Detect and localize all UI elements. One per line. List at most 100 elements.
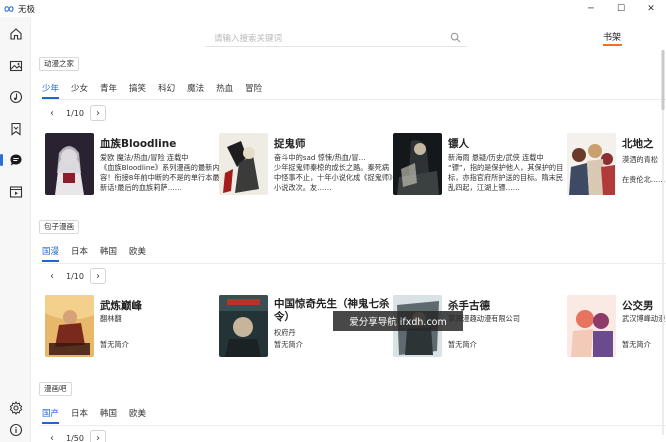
comic-description: 《血族Bloodline》系列漫画的最新内容！衔接8年前中断的不是的单行本最新话… — [100, 163, 220, 192]
image-icon — [9, 60, 22, 72]
page-indicator: 1/10 — [66, 108, 84, 118]
prev-page-button[interactable]: ‹ — [44, 105, 60, 121]
tab-category[interactable]: 冒险 — [245, 82, 262, 94]
sidebar-item-music[interactable] — [0, 84, 31, 110]
home-icon — [9, 28, 22, 40]
comic-description: 暂无简介 — [622, 340, 651, 349]
next-page-button[interactable]: › — [89, 430, 106, 442]
comic-cover[interactable] — [567, 295, 616, 357]
comic-card[interactable]: 武炼巅峰 翻林翻 暂无简介 — [45, 295, 220, 359]
comic-card[interactable]: 捉鬼师 奋斗中的sad 惊悚/热血/冒… 少年捉鬼师秦椋的成长之路。秦死病中怪事… — [219, 133, 394, 197]
search-input[interactable]: 请输入搜索关键词 — [214, 32, 450, 44]
tab-category[interactable]: 日本 — [71, 407, 88, 419]
next-page-button[interactable]: › — [89, 268, 106, 284]
music-icon — [9, 90, 22, 104]
maximize-icon: ☐ — [616, 3, 626, 14]
sidebar-item-comic[interactable] — [0, 147, 31, 173]
pager: ‹ 1/10 › — [44, 105, 106, 121]
comic-cover[interactable] — [219, 133, 268, 195]
main-content: 动漫之家 少年 少女 青年 搞笑 科幻 魔法 热血 冒险 ‹ 1/10 › 血族… — [31, 50, 666, 442]
app-logo-icon — [4, 5, 14, 12]
page-indicator: 1/50 — [66, 433, 84, 442]
tab-category[interactable]: 青年 — [100, 82, 117, 94]
comic-card[interactable]: 北地之 漠洒的青松 在贵伦北…… — [567, 133, 666, 197]
tab-category[interactable]: 少年 — [42, 82, 60, 99]
sidebar-item-bookmark[interactable] — [0, 116, 31, 142]
chevron-left-icon: ‹ — [50, 107, 54, 119]
tab-category[interactable]: 搞笑 — [129, 82, 146, 94]
category-tabs: 少年 少女 青年 搞笑 科幻 魔法 热血 冒险 — [42, 82, 262, 99]
source-label: 动漫之家 — [39, 57, 79, 71]
comic-title: 公交男 — [622, 300, 654, 312]
comic-author: 翻林翻 — [100, 314, 122, 323]
vertical-scrollbar[interactable] — [661, 50, 665, 435]
comic-description: 在贵伦北…… — [622, 175, 666, 184]
comic-description: 暂无简介 — [448, 340, 477, 349]
tab-divider — [39, 263, 666, 264]
source-label: 漫画吧 — [39, 382, 72, 396]
comic-meta: 漠洒的青松 — [622, 155, 658, 164]
category-tabs: 国漫 日本 韩国 欧美 — [42, 245, 146, 262]
prev-page-button[interactable]: ‹ — [44, 268, 60, 284]
tab-category[interactable]: 科幻 — [158, 82, 175, 94]
next-page-button[interactable]: › — [89, 105, 106, 121]
sidebar-item-home[interactable] — [0, 21, 31, 47]
comic-description: 暂无简介 — [100, 340, 129, 349]
comic-cover[interactable] — [393, 133, 442, 195]
sidebar — [0, 17, 31, 442]
sidebar-item-info[interactable] — [0, 417, 31, 442]
tab-category[interactable]: 欧美 — [129, 407, 146, 419]
comic-title: 镖人 — [448, 138, 469, 150]
chevron-right-icon: › — [95, 432, 100, 442]
comic-author: 武汉博峰动漫 — [622, 314, 666, 323]
source-label: 包子漫画 — [39, 220, 79, 234]
comic-description: 少年捉鬼师秦椋的成长之路。秦死病中怪事不止，十年小说化成《捉鬼师》小说改次。友…… — [274, 163, 393, 192]
chevron-left-icon: ‹ — [50, 270, 54, 282]
comic-cover[interactable] — [567, 133, 616, 195]
comic-cover[interactable] — [219, 295, 268, 357]
close-button[interactable]: ✕ — [636, 0, 666, 17]
comic-cover[interactable] — [45, 295, 94, 357]
comic-title: 武炼巅峰 — [100, 300, 142, 312]
tab-category[interactable]: 国产 — [42, 407, 60, 424]
comic-description: 暂无简介 — [274, 340, 303, 349]
search-box[interactable]: 请输入搜索关键词 — [205, 29, 467, 47]
bookmark-icon — [10, 122, 21, 136]
comic-card[interactable]: 公交男 武汉博峰动漫 暂无简介 — [567, 295, 666, 359]
bookshelf-tab[interactable]: 书架 — [603, 30, 621, 43]
source-section-manhuaba: 漫画吧 国产 日本 韩国 欧美 ‹ 1/50 › — [39, 382, 666, 442]
comic-cover[interactable] — [45, 133, 94, 195]
search-icon[interactable] — [450, 32, 461, 43]
prev-page-button[interactable]: ‹ — [44, 430, 60, 442]
comic-icon — [10, 154, 21, 166]
pager: ‹ 1/50 › — [44, 430, 106, 442]
minimize-button[interactable]: ─ — [576, 0, 606, 17]
watermark-banner: 爱分享导航 ifxdh.com — [333, 311, 463, 331]
tab-category[interactable]: 韩国 — [100, 245, 117, 257]
tab-category[interactable]: 魔法 — [187, 82, 204, 94]
comic-title: 捉鬼师 — [274, 138, 306, 150]
tab-category[interactable]: 日本 — [71, 245, 88, 257]
sidebar-item-video[interactable] — [0, 179, 31, 205]
app-title: 无极 — [18, 4, 36, 15]
maximize-button[interactable]: ☐ — [606, 0, 636, 17]
chevron-right-icon: › — [95, 270, 100, 282]
minimize-icon: ─ — [588, 3, 594, 14]
comic-card[interactable]: 镖人 新海雨 悬疑/历史/武侠 连载中 “镖”，指的是保护他人，其保护的目标，亦… — [393, 133, 568, 197]
tab-category[interactable]: 国漫 — [42, 245, 60, 262]
video-icon — [9, 186, 22, 198]
comic-author: 掌阅漫趣动漫有限公司 — [448, 314, 520, 323]
tab-category[interactable]: 韩国 — [100, 407, 117, 419]
comic-meta: 新海雨 悬疑/历史/武侠 连载中 — [448, 153, 544, 162]
active-indicator — [0, 154, 3, 166]
comic-title: 血族Bloodline — [100, 138, 177, 150]
comic-card[interactable]: 血族Bloodline 爱欧 魔法/热血/冒险 连载中 《血族Bloodline… — [45, 133, 220, 197]
tab-category[interactable]: 热血 — [216, 82, 233, 94]
tab-category[interactable]: 欧美 — [129, 245, 146, 257]
title-bar: 无极 ─ ☐ ✕ — [0, 0, 666, 17]
sidebar-item-image[interactable] — [0, 53, 31, 79]
tab-category[interactable]: 少女 — [71, 82, 88, 94]
settings-icon — [9, 401, 22, 415]
category-tabs: 国产 日本 韩国 欧美 — [42, 407, 146, 424]
info-icon — [9, 423, 22, 437]
